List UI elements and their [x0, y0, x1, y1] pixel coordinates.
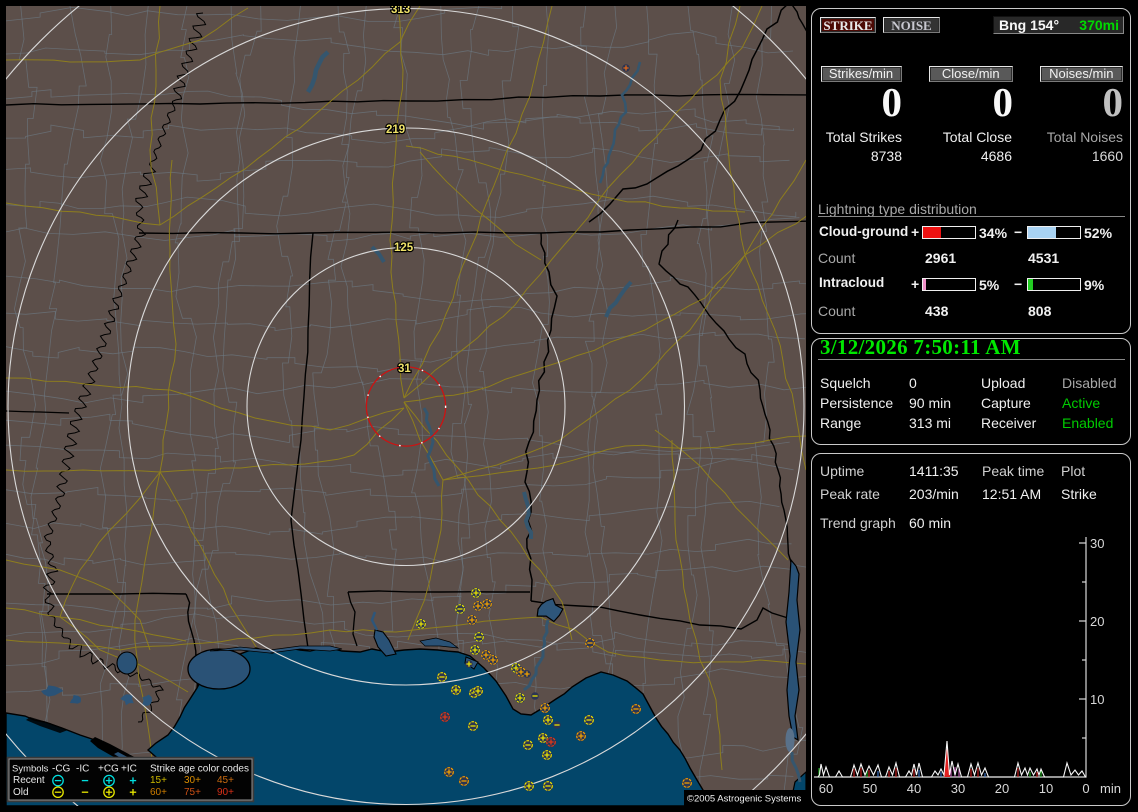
- svg-text:30+: 30+: [184, 775, 201, 786]
- svg-text:-CG: -CG: [52, 764, 71, 775]
- svg-text:©2005 Astrogenic Systems: ©2005 Astrogenic Systems: [687, 794, 801, 805]
- svg-text:+CG: +CG: [98, 764, 119, 775]
- svg-text:Symbols: Symbols: [12, 764, 49, 775]
- svg-text:Recent: Recent: [13, 775, 45, 786]
- svg-text:Strike age color codes: Strike age color codes: [150, 764, 249, 775]
- svg-text:15+: 15+: [150, 775, 167, 786]
- svg-text:Old: Old: [13, 787, 29, 798]
- svg-text:45+: 45+: [217, 775, 234, 786]
- svg-text:219: 219: [386, 124, 405, 136]
- svg-text:90+: 90+: [217, 787, 234, 798]
- svg-text:31: 31: [398, 363, 411, 375]
- svg-text:+IC: +IC: [121, 764, 137, 775]
- svg-text:60+: 60+: [150, 787, 167, 798]
- svg-text:125: 125: [394, 242, 414, 254]
- svg-text:-IC: -IC: [76, 764, 89, 775]
- svg-text:75+: 75+: [184, 787, 201, 798]
